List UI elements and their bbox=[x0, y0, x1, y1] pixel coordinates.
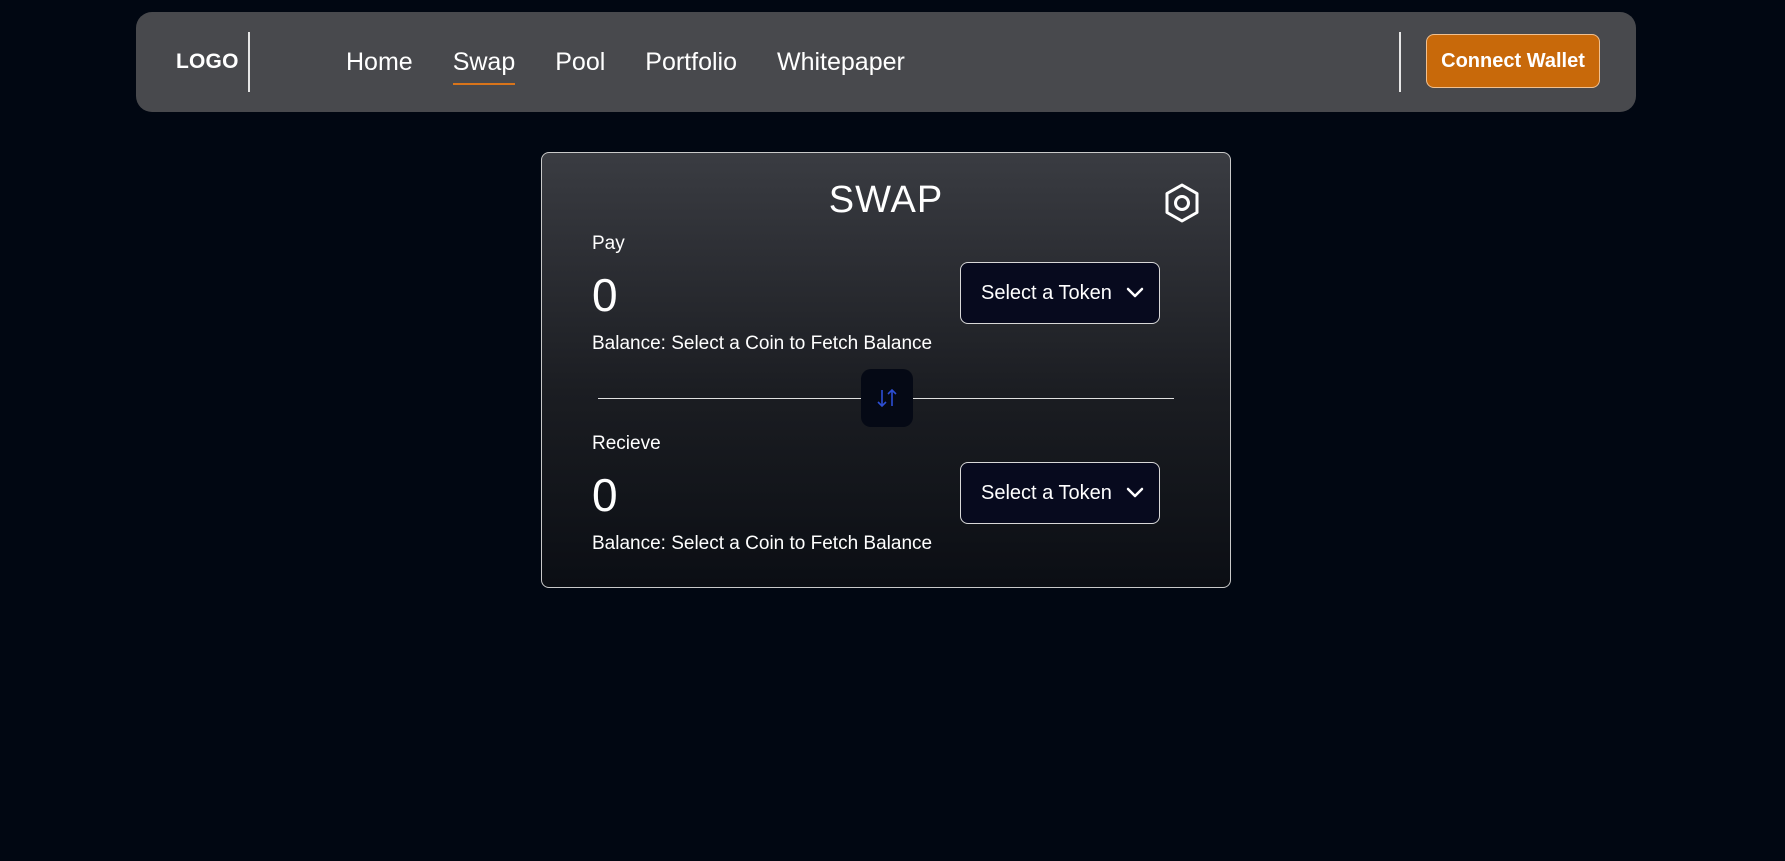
nav-link-home[interactable]: Home bbox=[346, 48, 413, 77]
top-navbar: LOGO Home Swap Pool Portfolio Whitepaper… bbox=[136, 12, 1636, 112]
logo-divider bbox=[248, 32, 250, 92]
flip-tokens-button[interactable] bbox=[861, 369, 913, 427]
nav-divider bbox=[1399, 32, 1401, 92]
receive-amount[interactable]: 0 bbox=[592, 472, 618, 518]
swap-arrows-icon bbox=[877, 388, 897, 408]
receive-balance: Balance: Select a Coin to Fetch Balance bbox=[592, 533, 933, 554]
nav-link-swap[interactable]: Swap bbox=[452, 48, 515, 85]
pay-amount[interactable]: 0 bbox=[592, 272, 618, 318]
pay-token-select-label: Select a Token bbox=[981, 281, 1112, 304]
receive-token-select-label: Select a Token bbox=[981, 481, 1112, 504]
settings-icon[interactable] bbox=[1164, 183, 1200, 223]
pay-balance: Balance: Select a Coin to Fetch Balance bbox=[592, 333, 933, 354]
swap-title: SWAP bbox=[828, 179, 944, 221]
nav-link-pool[interactable]: Pool bbox=[555, 48, 605, 77]
nav-links: Home Swap Pool Portfolio Whitepaper bbox=[346, 12, 945, 112]
receive-label: Recieve bbox=[592, 433, 661, 454]
chevron-down-icon bbox=[1126, 487, 1144, 498]
swap-card: SWAP Pay 0 Select a Token Balance: Selec… bbox=[541, 152, 1231, 588]
chevron-down-icon bbox=[1126, 287, 1144, 298]
receive-token-select[interactable]: Select a Token bbox=[960, 462, 1160, 524]
nav-link-portfolio[interactable]: Portfolio bbox=[645, 48, 737, 77]
pay-label: Pay bbox=[592, 233, 625, 254]
pay-token-select[interactable]: Select a Token bbox=[960, 262, 1160, 324]
connect-wallet-button[interactable]: Connect Wallet bbox=[1426, 34, 1600, 88]
logo[interactable]: LOGO bbox=[176, 12, 239, 112]
nav-link-whitepaper[interactable]: Whitepaper bbox=[777, 48, 905, 77]
